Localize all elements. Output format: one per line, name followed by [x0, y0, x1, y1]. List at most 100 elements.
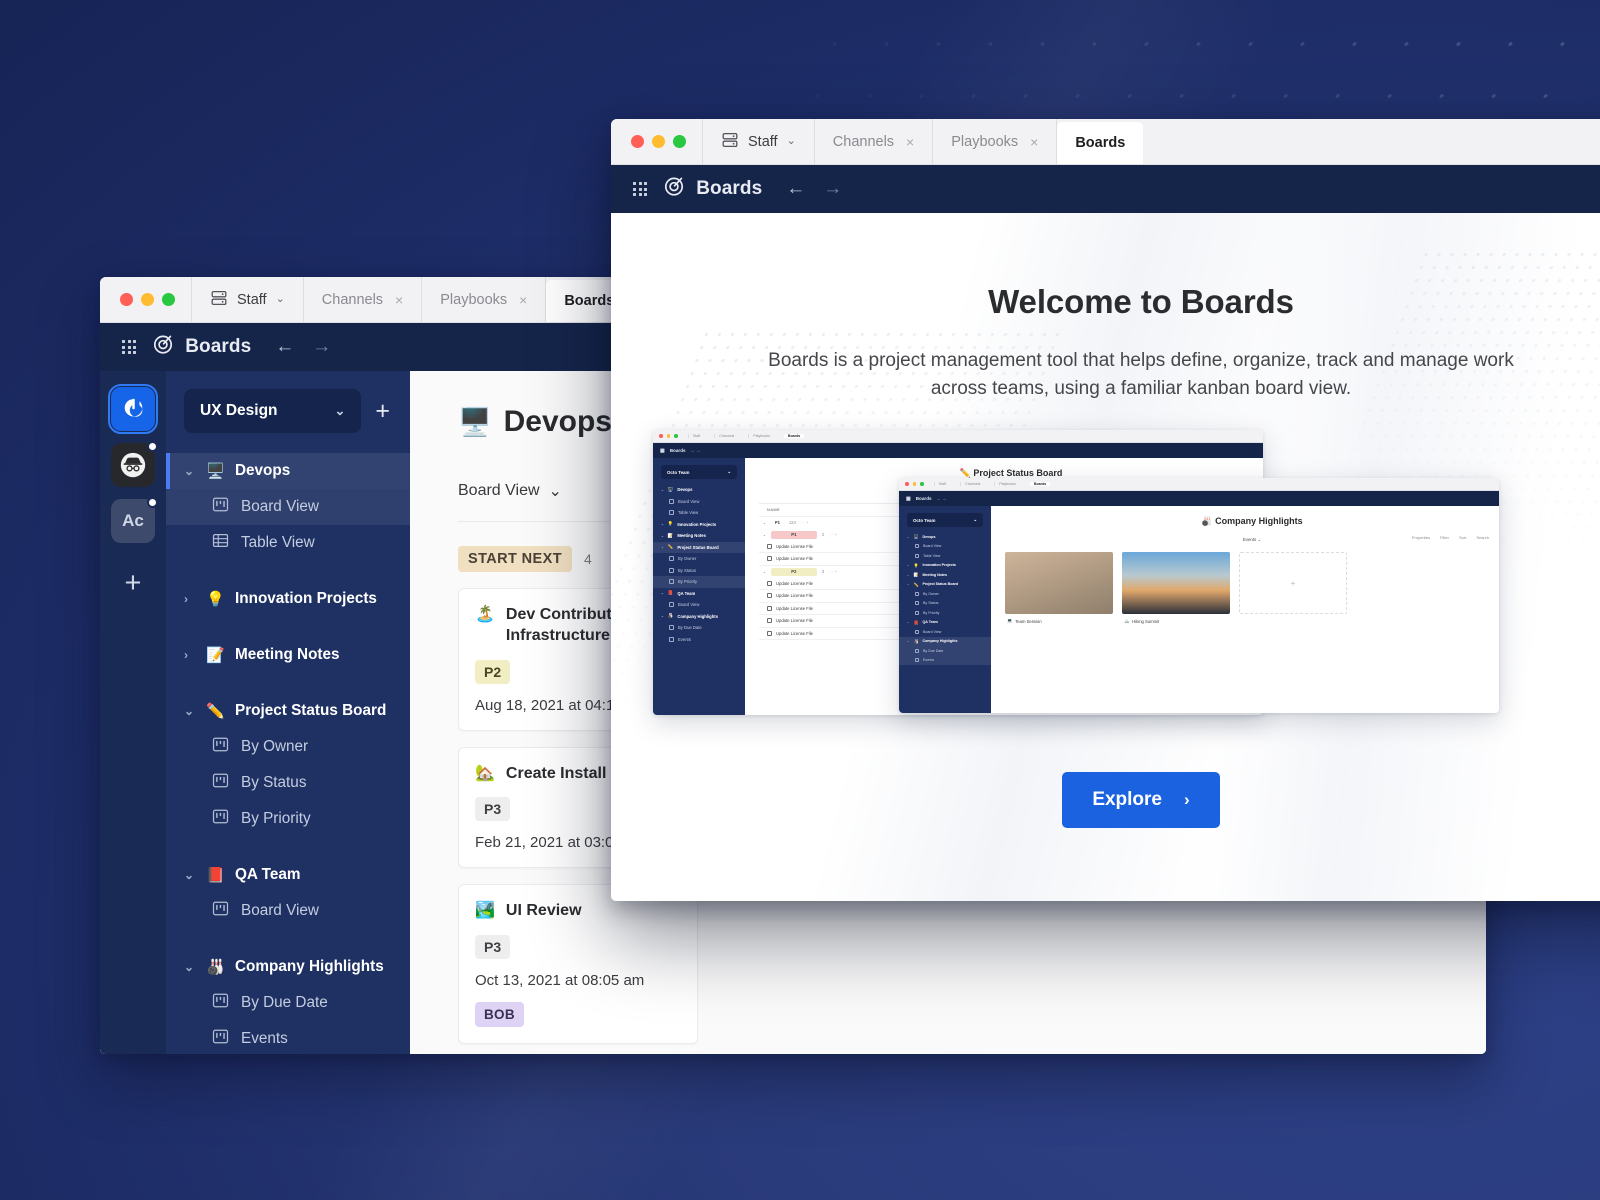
kanban-card[interactable]: 🏞️ UI Review P3 Oct 13, 2021 at 08:05 am BOB — [458, 884, 698, 1045]
sidebar-item-meeting-notes[interactable]: › 📝 Meeting Notes — [166, 637, 410, 673]
welcome-content-area: Welcome to Boards Boards is a project ma… — [611, 213, 1600, 901]
board-title-text: Devops — [503, 405, 612, 438]
back-arrow-icon[interactable]: ← — [275, 336, 294, 358]
preview-a-nav-item: By Due Date — [653, 622, 745, 634]
board-emoji: 🖥️ — [206, 463, 225, 480]
front-traffic-lights[interactable] — [611, 119, 703, 164]
preview-a-tab-2: Boards — [783, 434, 805, 439]
close-window-button[interactable] — [120, 293, 133, 306]
sidebar-group: ⌄ 📕 QA Team Board View — [166, 857, 410, 929]
welcome-heading: Welcome to Boards — [988, 283, 1294, 320]
apps-grid-icon[interactable] — [122, 339, 137, 355]
sidebar-view-label: Board View — [241, 902, 319, 919]
close-tab-icon[interactable]: × — [519, 292, 527, 308]
sidebar-view-by-due-date[interactable]: By Due Date — [166, 985, 410, 1021]
close-tab-icon[interactable]: × — [1030, 134, 1038, 150]
add-board-button[interactable]: + — [371, 398, 394, 424]
sidebar-group: ⌄ 🎳 Company Highlights By Due Date Events — [166, 949, 410, 1054]
front-tab-channels[interactable]: Channels × — [815, 119, 934, 164]
back-traffic-lights[interactable] — [100, 277, 192, 322]
preview-b-nav-item: By Status — [899, 599, 991, 609]
sidebar-item-innovation-projects[interactable]: › 💡 Innovation Projects — [166, 581, 410, 617]
preview-a-title-text: Project Status Board — [973, 468, 1063, 479]
rail-team-incognito[interactable] — [111, 441, 158, 487]
rail-team-mattermost[interactable] — [107, 383, 159, 435]
back-tabstrip[interactable]: Channels × Playbooks × Boards — [304, 277, 633, 322]
caret-icon[interactable]: ⌄ — [184, 704, 196, 718]
team-picker-row: UX Design ⌄ + — [184, 389, 394, 433]
preview-a-tab-0: Channels — [714, 434, 738, 439]
sidebar-view-label: By Priority — [241, 810, 311, 827]
close-tab-icon[interactable]: × — [395, 292, 403, 308]
preview-b-nav-item: ⌄ ✏️ Project Status Board — [907, 581, 959, 587]
caret-icon[interactable]: › — [184, 592, 196, 606]
apps-grid-icon[interactable] — [633, 181, 648, 197]
column-count: 4 — [583, 551, 592, 567]
table-view-icon — [212, 532, 229, 554]
back-server-selector[interactable]: Staff ⌄ — [192, 277, 304, 322]
forward-arrow-icon[interactable]: → — [823, 178, 842, 200]
back-tab-playbooks[interactable]: Playbooks × — [422, 277, 547, 322]
foreground-app-window[interactable]: Staff ⌄ Channels × Playbooks × Boards Boards… — [611, 119, 1600, 901]
sidebar-view-events[interactable]: Events — [166, 1021, 410, 1054]
front-tab-boards[interactable]: Boards — [1057, 122, 1144, 164]
front-server-selector[interactable]: Staff ⌄ — [703, 119, 815, 164]
sidebar-view-by-owner[interactable]: By Owner — [166, 729, 410, 765]
forward-arrow-icon[interactable]: → — [312, 336, 331, 358]
sidebar-item-devops[interactable]: ⌄ 🖥️ Devops — [166, 453, 410, 489]
preview-a-nav-item: ⌄ 📝 Meeting Notes — [661, 532, 706, 539]
sidebar-view-by-priority[interactable]: By Priority — [166, 801, 410, 837]
caret-icon[interactable]: ⌄ — [184, 868, 196, 882]
caret-icon[interactable]: ⌄ — [184, 464, 196, 478]
rail-team-ac[interactable]: Ac — [111, 497, 158, 543]
maximize-window-button[interactable] — [673, 135, 686, 148]
front-tab-playbooks[interactable]: Playbooks × — [933, 119, 1058, 164]
front-tabstrip[interactable]: Channels × Playbooks × Boards — [815, 119, 1144, 164]
back-nav-arrows[interactable]: ← → — [275, 336, 331, 358]
preview-b-nav-item: ⌄ 🎳 Company Highlights — [899, 636, 991, 647]
preview-b-team-name: Octo Team — [913, 517, 936, 523]
sidebar-view-board-view[interactable]: Board View — [166, 489, 410, 525]
preview-a-nav-item: By Owner — [653, 553, 745, 565]
sidebar-item-company-highlights[interactable]: ⌄ 🎳 Company Highlights — [166, 949, 410, 985]
preview-b-toolbar-item: Sort — [1458, 535, 1467, 541]
front-nav-arrows[interactable]: ← → — [786, 178, 842, 200]
preview-b-nav-item: By Priority — [899, 608, 991, 618]
front-server-name: Staff — [748, 133, 778, 150]
add-team-button[interactable]: + — [125, 569, 142, 598]
team-rail[interactable]: Ac + — [100, 371, 166, 1054]
back-arrow-icon[interactable]: ← — [786, 178, 805, 200]
caret-icon[interactable]: › — [184, 648, 196, 662]
sidebar-view-table-view[interactable]: Table View — [166, 525, 410, 561]
preview-b-card-image — [1122, 552, 1230, 615]
sidebar-nav-list[interactable]: ⌄ 🖥️ Devops Board View Table View › 💡 Innovatio… — [166, 453, 410, 1054]
sidebar-view-label: By Due Date — [241, 994, 328, 1011]
caret-icon[interactable]: ⌄ — [184, 960, 196, 974]
board-view-icon — [212, 496, 229, 518]
preview-a-nav-item: By Status — [653, 565, 745, 577]
unread-badge — [147, 441, 158, 452]
sidebar-view-by-status[interactable]: By Status — [166, 765, 410, 801]
close-window-button[interactable] — [631, 135, 644, 148]
preview-b-sidebar: Octo Team ⌄ ⌄ 🖥️ Devops Board View Table View… — [899, 506, 991, 714]
sidebar-view-board-view[interactable]: Board View — [166, 893, 410, 929]
card-date: Oct 13, 2021 at 08:05 am — [475, 972, 645, 990]
welcome-block: Welcome to Boards Boards is a project ma… — [611, 213, 1600, 829]
boards-sidebar[interactable]: UX Design ⌄ + ⌄ 🖥️ Devops Board View Table V… — [166, 371, 410, 1054]
preview-b-title-emoji: 🎳 — [1201, 516, 1213, 527]
back-tab-channels[interactable]: Channels × — [304, 277, 423, 322]
preview-b-nav-item: By Due Date — [899, 646, 991, 656]
team-select[interactable]: UX Design ⌄ — [184, 389, 362, 433]
preview-b-title: 🎳 Company Highlights — [1005, 516, 1499, 527]
sidebar-item-project-status-board[interactable]: ⌄ ✏️ Project Status Board — [166, 693, 410, 729]
minimize-window-button[interactable] — [652, 135, 665, 148]
minimize-window-button[interactable] — [141, 293, 154, 306]
sidebar-item-label: Meeting Notes — [235, 646, 340, 663]
maximize-window-button[interactable] — [162, 293, 175, 306]
explore-button-label: Explore — [1092, 789, 1163, 811]
sidebar-item-qa-team[interactable]: ⌄ 📕 QA Team — [166, 857, 410, 893]
close-tab-icon[interactable]: × — [906, 134, 914, 150]
column-name: START NEXT — [458, 546, 572, 572]
explore-button[interactable]: Explore › — [1062, 772, 1220, 829]
